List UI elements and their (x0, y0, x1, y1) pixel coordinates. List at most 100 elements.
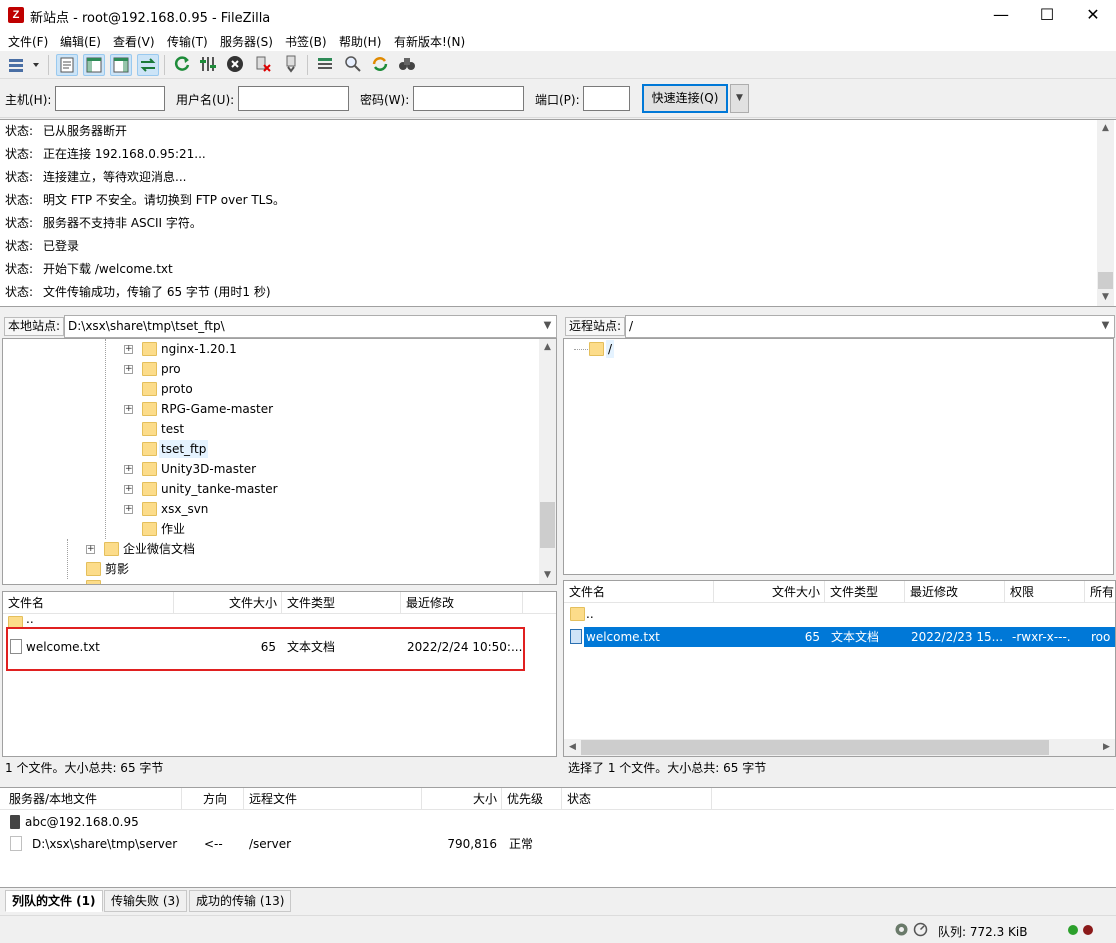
tree-node[interactable]: + nginx-1.20.1 (3, 339, 539, 359)
scroll-left-icon[interactable]: ◀ (564, 739, 581, 756)
refresh-icon[interactable] (172, 54, 194, 76)
toggle-queue-icon[interactable] (137, 54, 159, 76)
col-modified[interactable]: 最近修改 (905, 581, 1005, 603)
local-path-input[interactable]: D:\xsx\share\tmp\tset_ftp\ (64, 315, 557, 338)
expand-icon[interactable]: + (124, 505, 133, 514)
tree-node[interactable]: + xsx_svn (3, 499, 539, 519)
host-input[interactable] (55, 86, 165, 111)
message-log[interactable]: 状态: 已从服务器断开 状态: 正在连接 192.168.0.95:21... 状态… (0, 119, 1116, 307)
tree-node[interactable]: test (3, 419, 539, 439)
tree-node[interactable]: + 企业微信文档 (3, 539, 539, 559)
col-filesize[interactable]: 文件大小 (174, 592, 282, 614)
scroll-up-icon[interactable]: ▲ (1097, 120, 1114, 137)
menu-view[interactable]: 查看(V) (113, 33, 155, 50)
log-scrollbar[interactable]: ▲ ▼ (1097, 120, 1114, 306)
expand-icon[interactable]: + (124, 405, 133, 414)
tree-node-root[interactable]: / (564, 339, 764, 359)
directory-compare-icon[interactable] (315, 54, 337, 76)
gear-icon[interactable] (894, 922, 909, 937)
queue-server-row[interactable]: abc@192.168.0.95 (0, 811, 1114, 833)
chevron-down-icon[interactable]: ▼ (539, 315, 556, 336)
disconnect-icon[interactable] (253, 54, 275, 76)
tree-node[interactable]: proto (3, 379, 539, 399)
col-filetype[interactable]: 文件类型 (282, 592, 401, 614)
menu-bookmarks[interactable]: 书签(B) (285, 33, 327, 50)
parent-dir-row[interactable]: .. (3, 614, 556, 628)
menu-new-version[interactable]: 有新版本!(N) (394, 33, 465, 50)
local-directory-tree[interactable]: + nginx-1.20.1 + pro proto + RPG-Game-ma… (2, 338, 557, 585)
local-file-list[interactable]: 文件名 ^ 文件大小 文件类型 最近修改 .. welcome.txt 65 文… (2, 591, 557, 757)
tree-node[interactable]: + unity_tanke-master (3, 479, 539, 499)
expand-icon[interactable]: + (124, 465, 133, 474)
col-size[interactable]: 大小 (422, 788, 502, 810)
col-filetype[interactable]: 文件类型 (825, 581, 905, 603)
username-input[interactable] (238, 86, 349, 111)
scroll-up-icon[interactable]: ▲ (539, 339, 556, 356)
scrollbar-thumb[interactable] (540, 502, 555, 548)
expand-icon[interactable]: + (86, 545, 95, 554)
file-row-selected[interactable]: welcome.txt 65 文本文档 2022/2/23 15... -rwx… (564, 626, 1115, 648)
scroll-down-icon[interactable]: ▼ (1097, 289, 1114, 306)
col-priority[interactable]: 优先级 (502, 788, 562, 810)
col-filename[interactable]: 文件名 (564, 581, 714, 603)
tree-node[interactable]: + Unity3D-master (3, 459, 539, 479)
tree-node[interactable]: + pro (3, 359, 539, 379)
col-direction[interactable]: 方向 (182, 788, 244, 810)
queue-item-row[interactable]: D:\xsx\share\tmp\server <-- /server 790,… (0, 833, 1114, 855)
menu-edit[interactable]: 编辑(E) (60, 33, 101, 50)
expand-icon[interactable]: + (124, 365, 133, 374)
port-input[interactable] (583, 86, 630, 111)
tree-node[interactable]: 作业 (3, 519, 539, 539)
col-owner[interactable]: 所有 (1085, 581, 1115, 603)
local-tree-scrollbar[interactable]: ▲ ▼ (539, 339, 556, 584)
tab-failed-transfers[interactable]: 传输失败 (3) (104, 890, 187, 912)
scrollbar-thumb[interactable] (581, 740, 1049, 755)
scroll-right-icon[interactable]: ▶ (1098, 739, 1115, 756)
cancel-operation-icon[interactable] (225, 54, 247, 76)
search-icon[interactable] (397, 54, 419, 76)
menu-server[interactable]: 服务器(S) (220, 33, 273, 50)
tree-node[interactable]: 剪影 (3, 559, 539, 579)
minimize-button[interactable]: — (978, 0, 1024, 31)
sync-browse-icon[interactable] (370, 54, 392, 76)
maximize-button[interactable]: ☐ (1024, 0, 1070, 31)
col-permissions[interactable]: 权限 (1005, 581, 1085, 603)
col-status[interactable]: 状态 (562, 788, 712, 810)
col-modified[interactable]: 最近修改 (401, 592, 523, 614)
menu-help[interactable]: 帮助(H) (339, 33, 381, 50)
remote-hscrollbar[interactable]: ◀ ▶ (564, 739, 1115, 756)
tree-node[interactable]: + RPG-Game-master (3, 399, 539, 419)
remote-directory-tree[interactable]: / (563, 338, 1114, 575)
expand-icon[interactable]: + (124, 345, 133, 354)
remote-file-list[interactable]: 文件名 ^ 文件大小 文件类型 最近修改 权限 所有 .. welcome.tx… (563, 580, 1116, 757)
password-input[interactable] (413, 86, 524, 111)
chevron-down-icon[interactable]: ▼ (1097, 315, 1114, 336)
remote-site-label: 远程站点: (565, 317, 626, 336)
expand-icon[interactable]: + (124, 485, 133, 494)
quickconnect-button[interactable]: 快速连接(Q) (642, 84, 728, 113)
tab-successful-transfers[interactable]: 成功的传输 (13) (189, 890, 292, 912)
speed-limit-icon[interactable] (913, 922, 928, 937)
toggle-log-icon[interactable] (56, 54, 78, 76)
folder-icon (142, 422, 157, 436)
col-remote-file[interactable]: 远程文件 (244, 788, 422, 810)
site-manager-icon[interactable] (5, 54, 41, 76)
quickconnect-dropdown-icon[interactable]: ▼ (730, 84, 749, 113)
menu-transfer[interactable]: 传输(T) (167, 33, 208, 50)
scrollbar-thumb[interactable] (1098, 272, 1113, 289)
tree-node-selected[interactable]: tset_ftp (3, 439, 539, 459)
toggle-remote-tree-icon[interactable] (110, 54, 132, 76)
scroll-down-icon[interactable]: ▼ (539, 567, 556, 584)
process-queue-icon[interactable] (198, 54, 220, 76)
toggle-local-tree-icon[interactable] (83, 54, 105, 76)
tab-queued-files[interactable]: 列队的文件 (1) (5, 890, 103, 912)
reconnect-icon[interactable] (281, 54, 303, 76)
filter-icon[interactable] (343, 54, 365, 76)
menu-file[interactable]: 文件(F) (8, 33, 48, 50)
parent-dir-row[interactable]: .. (564, 603, 1115, 625)
remote-path-input[interactable]: / (625, 315, 1115, 338)
col-server-local[interactable]: 服务器/本地文件 (4, 788, 182, 810)
transfer-queue[interactable]: 服务器/本地文件 方向 远程文件 大小 优先级 状态 abc@192.168.0… (0, 787, 1116, 888)
close-button[interactable]: ✕ (1070, 0, 1116, 31)
col-filesize[interactable]: 文件大小 (714, 581, 825, 603)
